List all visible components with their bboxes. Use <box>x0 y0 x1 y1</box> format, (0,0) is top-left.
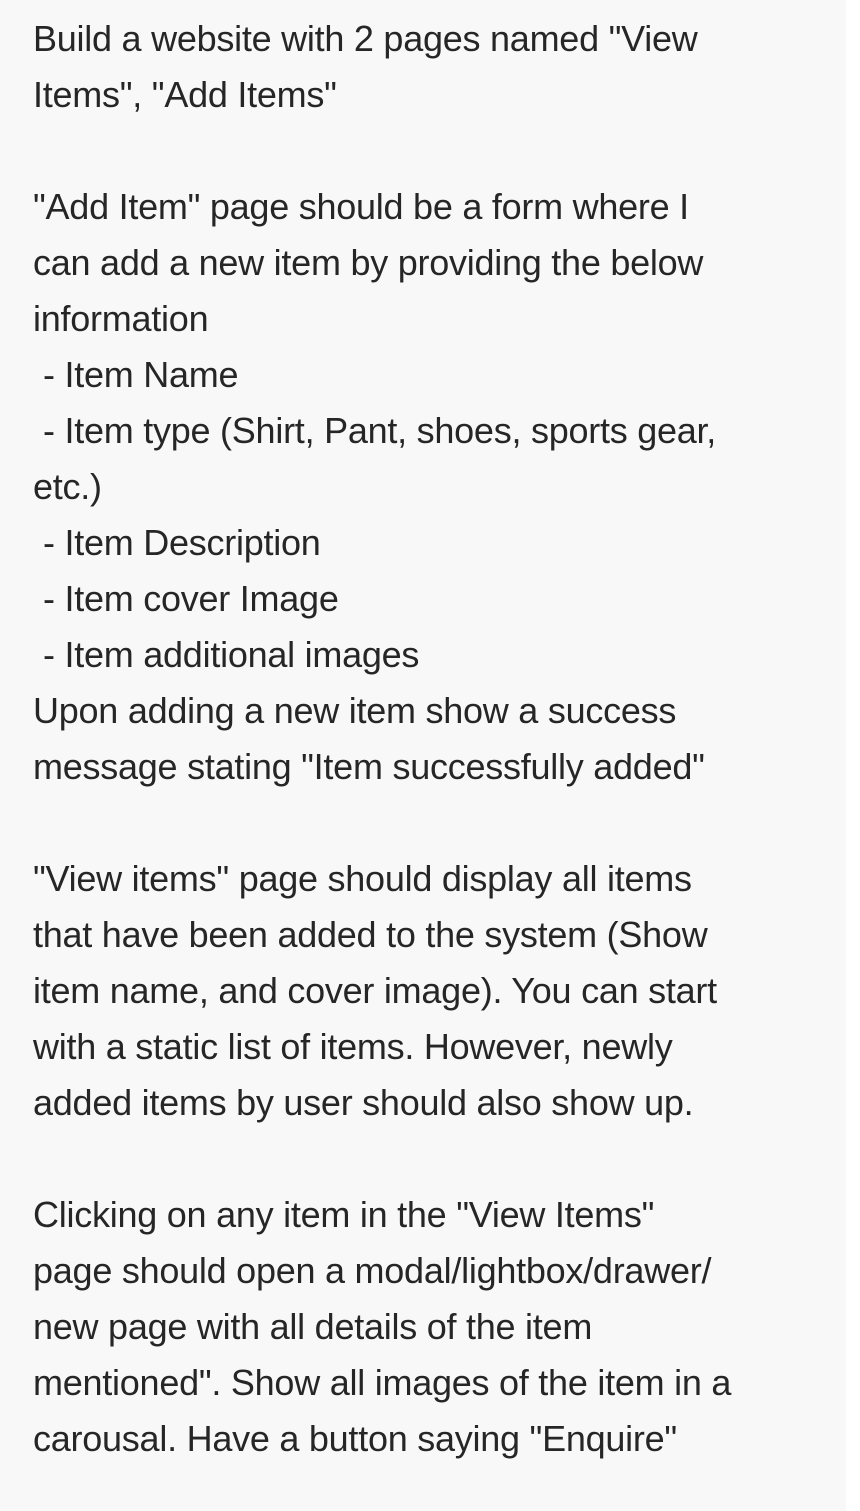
paragraph-view-items: "View items" page should display all ite… <box>33 851 823 1131</box>
text-line: item name, and cover image). You can sta… <box>33 970 717 1011</box>
text-line: added items by user should also show up. <box>33 1082 694 1123</box>
text-line: "View items" page should display all ite… <box>33 858 692 899</box>
document-page: Build a website with 2 pages named "View… <box>0 0 860 1511</box>
text-line: information <box>33 298 209 339</box>
bullet-item-type: - Item type (Shirt, Pant, shoes, sports … <box>43 410 717 451</box>
text-line: can add a new item by providing the belo… <box>33 242 704 283</box>
text-line: mentioned". Show all images of the item … <box>33 1362 732 1403</box>
text-line: Build a website with 2 pages named "View <box>33 18 698 59</box>
bullet-item-cover-image: - Item cover Image <box>43 578 339 619</box>
text-line: carousal. Have a button saying "Enquire" <box>33 1418 677 1459</box>
bullet-item-additional-images: - Item additional images <box>43 634 420 675</box>
paragraph-add-item: "Add Item" page should be a form where I… <box>33 179 823 795</box>
text-line: Items", "Add Items" <box>33 74 337 115</box>
bullet-item-name: - Item Name <box>43 354 239 395</box>
bullet-continuation: etc.) <box>33 466 102 507</box>
text-line: message stating "Item successfully added… <box>33 746 705 787</box>
text-line: Upon adding a new item show a success <box>33 690 677 731</box>
document-content: Build a website with 2 pages named "View… <box>33 11 823 1467</box>
text-line: that have been added to the system (Show <box>33 914 708 955</box>
bullet-item-description: - Item Description <box>43 522 321 563</box>
paragraph-intro: Build a website with 2 pages named "View… <box>33 11 823 123</box>
paragraph-item-details: Clicking on any item in the "View Items"… <box>33 1187 823 1467</box>
text-line: "Add Item" page should be a form where I <box>33 186 689 227</box>
text-line: page should open a modal/lightbox/drawer… <box>33 1250 712 1291</box>
text-line: new page with all details of the item <box>33 1306 593 1347</box>
text-line: Clicking on any item in the "View Items" <box>33 1194 655 1235</box>
text-line: with a static list of items. However, ne… <box>33 1026 673 1067</box>
